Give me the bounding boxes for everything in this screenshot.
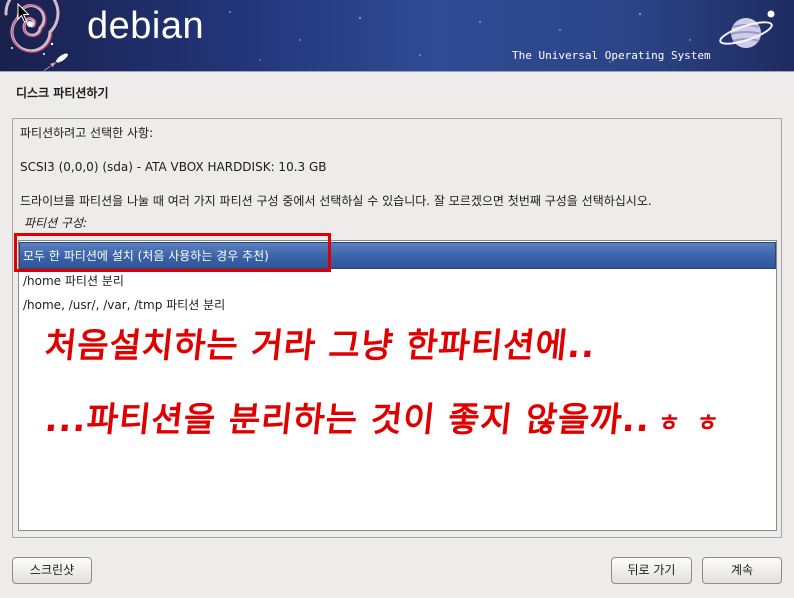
partition-scheme-label: 파티션 구성:	[24, 216, 88, 230]
annotation-handwriting: 처음설치하는 거라 그냥 한파티션에.. ...파티션을 분리하는 것이 좋지 …	[40, 320, 785, 450]
selected-disk-label: 파티션하려고 선택한 사항:	[20, 126, 154, 140]
annotation-line-1: 처음설치하는 거라 그냥 한파티션에..	[42, 326, 598, 366]
annotation-highlight-box	[14, 233, 331, 272]
partition-description: 드라이브를 파티션을 나눌 때 여러 가지 파티션 구성 중에서 선택하실 수 …	[20, 194, 652, 208]
continue-button[interactable]: 계속	[702, 557, 782, 584]
debian-swirl-icon	[4, 0, 60, 55]
debian-header-banner: debian The Universal Operating System	[0, 0, 794, 72]
annotation-line-2-suffix: ㅎ ㅎ	[656, 409, 724, 437]
disk-info: SCSI3 (0,0,0) (sda) - ATA VBOX HARDDISK:…	[20, 160, 327, 174]
header-tagline: The Universal Operating System	[512, 49, 711, 62]
back-button[interactable]: 뒤로 가기	[611, 557, 692, 584]
page-title: 디스크 파티션하기	[16, 86, 109, 100]
rocket-icon	[43, 53, 68, 71]
annotation-line-2: ...파티션을 분리하는 것이 좋지 않을까..	[43, 400, 653, 440]
debian-logo-text: debian	[87, 5, 205, 47]
annotation-line-2-wrapper: ...파티션을 분리하는 것이 좋지 않을까.. ㅎ ㅎ	[43, 400, 725, 443]
list-item-separate-home-usr-var-tmp[interactable]: /home, /usr/, /var, /tmp 파티션 분리	[19, 293, 776, 317]
mouse-cursor-icon	[17, 3, 30, 23]
screenshot-button[interactable]: 스크린샷	[12, 557, 92, 584]
list-item-separate-home[interactable]: /home 파티션 분리	[19, 269, 776, 293]
planet-icon	[719, 10, 775, 48]
